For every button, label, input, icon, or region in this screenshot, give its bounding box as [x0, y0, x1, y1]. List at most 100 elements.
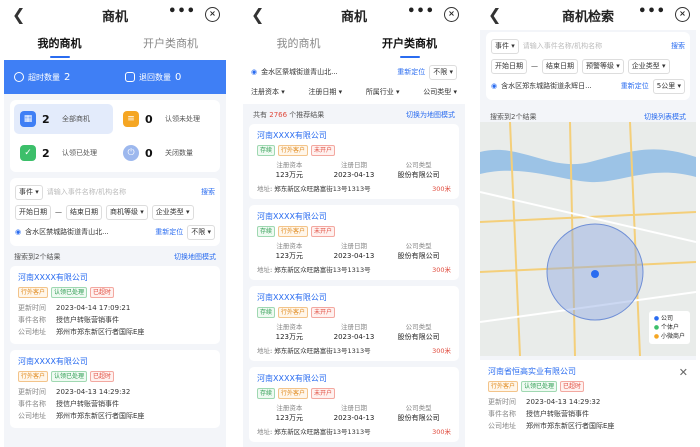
end-date[interactable]: 结束日期: [66, 204, 102, 220]
dot-icon: ●: [653, 333, 660, 340]
stats-grid: ▦ 2 全部商机 ≡ 0 认领未处理 ✓ 2 认领已处理 ⏻ 0 关闭数量: [10, 100, 220, 172]
close-icon[interactable]: ✕: [679, 366, 688, 381]
address-key: 地址: [257, 266, 270, 274]
address: 地址: 郑东新区众旺路富街13号1313号: [257, 185, 371, 193]
field-value: 郑州市郑东新区行者国际E座: [56, 328, 145, 336]
col-value: 123万元: [275, 333, 304, 341]
tag: 行外客户: [278, 307, 309, 318]
filter-company-type[interactable]: 公司类型 ▾: [423, 87, 457, 97]
list-item[interactable]: 河南XXXX有限公司 行外客户 认领已处理 已超时 更新时间 2023-04-13 1…: [10, 350, 220, 428]
event-select[interactable]: 事件 ▾: [15, 184, 43, 200]
tag: 存续: [257, 226, 276, 237]
more-icon[interactable]: •••: [168, 4, 196, 19]
event-select[interactable]: 事件 ▾: [491, 38, 519, 54]
tag: 存续: [257, 388, 276, 399]
close-icon[interactable]: ×: [205, 7, 220, 22]
return-count[interactable]: 退回数量 0: [115, 72, 226, 83]
address-key: 地址: [257, 185, 270, 193]
filter-industry[interactable]: 所属行业 ▾: [366, 87, 400, 97]
company-popup[interactable]: 河南省恒高实业有限公司 ✕ 行外客户 认领已处理 已超时 更新时间 2023-04-13…: [480, 360, 696, 447]
list-item[interactable]: 河南XXXX有限公司 存续 行外客户 未开户 注册资本 注册日期 公司类型 123万元 2023…: [249, 205, 459, 280]
back-icon[interactable]: ❮: [251, 5, 264, 24]
list-item[interactable]: 河南XXXX有限公司 存续 行外客户 未开户 注册资本 注册日期 公司类型 123万元 2023…: [249, 367, 459, 442]
tag: 行外客户: [18, 371, 49, 382]
more-icon[interactable]: •••: [638, 4, 666, 19]
close-icon[interactable]: ×: [444, 7, 459, 22]
tag: 行外客户: [278, 226, 309, 237]
filter-date[interactable]: 注册日期 ▾: [308, 87, 342, 97]
timeout-count[interactable]: 超时数量 2: [4, 72, 115, 83]
back-icon[interactable]: ❮: [488, 5, 501, 24]
stat-all[interactable]: ▦ 2 全部商机: [14, 104, 113, 134]
switch-map-button[interactable]: 切换地图模式: [174, 252, 216, 262]
level-label: 预警等级: [586, 61, 614, 70]
type-select[interactable]: 企业类型 ▾: [151, 204, 194, 220]
field-key: 公司地址: [18, 328, 46, 336]
distance: 300米: [432, 266, 451, 274]
col-header: 注册资本: [276, 242, 303, 250]
switch-list-button[interactable]: 切换列表模式: [644, 112, 686, 122]
stat-unprocessed[interactable]: ≡ 0 认领未处理: [117, 104, 216, 134]
filter-capital[interactable]: 注册资本 ▾: [251, 87, 285, 97]
radius-select[interactable]: 5公里 ▾: [652, 78, 685, 94]
search-input[interactable]: 请输入事件名称/机构名称: [47, 187, 197, 197]
list-item[interactable]: 河南XXXX有限公司 行外客户 认领已处理 已超时 更新时间 2023-04-14 1…: [10, 266, 220, 344]
map-marker-icon[interactable]: [591, 270, 599, 278]
more-icon[interactable]: •••: [407, 4, 435, 19]
switch-map-button[interactable]: 切换为地图模式: [406, 110, 455, 120]
tab-account-opportunities[interactable]: 开户类商机: [354, 30, 465, 60]
stat-processed[interactable]: ✓ 2 认领已处理: [14, 138, 113, 168]
tag: 存续: [257, 307, 276, 318]
legend-label: 小微商户: [660, 333, 685, 340]
col-header: 注册日期: [340, 161, 367, 169]
relocate-button[interactable]: 重新定位: [621, 81, 649, 91]
field-key: 公司地址: [488, 422, 516, 430]
type-select[interactable]: 企业类型 ▾: [627, 58, 670, 74]
address-key: 地址: [257, 428, 270, 436]
field-value: 2023-04-14 17:09:21: [56, 304, 131, 312]
col-value: 股份有限公司: [397, 414, 440, 422]
distance-select[interactable]: 不限 ▾: [429, 64, 457, 80]
stat-closed[interactable]: ⏻ 0 关闭数量: [117, 138, 216, 168]
end-date[interactable]: 结束日期: [542, 58, 578, 74]
summary-bar: 超时数量 2 退回数量 0: [4, 60, 226, 94]
event-label: 事件: [495, 41, 509, 50]
field-value: 郑州市郑东新区行者国际E座: [56, 412, 145, 420]
start-date[interactable]: 开始日期: [491, 58, 527, 74]
search-button[interactable]: 搜索: [671, 41, 685, 51]
col-value: 123万元: [275, 252, 304, 260]
col-value: 123万元: [275, 414, 304, 422]
count-num: 2766: [269, 111, 288, 119]
tag: 未开户: [311, 145, 336, 156]
map-view[interactable]: ● 公司 ● 个体户 ● 小微商户: [480, 122, 696, 356]
back-icon[interactable]: ❮: [12, 5, 25, 24]
tab-my-opportunities[interactable]: 我的商机: [243, 30, 354, 60]
level-label: 商机等级: [110, 207, 138, 216]
distance-select[interactable]: 不限 ▾: [187, 224, 215, 240]
list-item[interactable]: 河南XXXX有限公司 存续 行外客户 未开户 注册资本 注册日期 公司类型 123万元 2023…: [249, 124, 459, 199]
location-pin-icon: ◉: [491, 82, 498, 90]
legend-item: ● 公司: [654, 314, 685, 323]
level-select[interactable]: 商机等级 ▾: [106, 204, 148, 220]
search-button[interactable]: 搜索: [201, 187, 215, 197]
screen-account-opportunities: ❮ 商机 ••• × 我的商机 开户类商机 ◉ 金水区祭城街道青山北... 重新定位…: [243, 0, 465, 447]
level-select[interactable]: 预警等级 ▾: [582, 58, 624, 74]
search-input[interactable]: 请输入事件名称/机构名称: [523, 41, 667, 51]
close-icon[interactable]: ×: [675, 7, 690, 22]
field-value: 2023-04-13 14:29:32: [526, 398, 601, 406]
date-dash: —: [531, 62, 538, 70]
col-header: 注册资本: [276, 323, 303, 331]
tab-my-opportunities[interactable]: 我的商机: [4, 30, 115, 60]
distance: 300米: [432, 347, 451, 355]
count-pre: 共有: [253, 111, 267, 119]
tab-account-opportunities[interactable]: 开户类商机: [115, 30, 226, 60]
tag: 认领已处理: [521, 381, 558, 392]
list-item[interactable]: 河南XXXX有限公司 存续 行外客户 未开户 注册资本 注册日期 公司类型 123万元 2023…: [249, 286, 459, 361]
return-label: 退回数量: [139, 72, 171, 82]
relocate-button[interactable]: 重新定位: [397, 67, 425, 77]
stat-num: 2: [42, 146, 50, 160]
start-date[interactable]: 开始日期: [15, 204, 51, 220]
distance: 300米: [432, 428, 451, 436]
relocate-button[interactable]: 重新定位: [155, 227, 183, 237]
type-label: 企业类型: [155, 207, 184, 216]
